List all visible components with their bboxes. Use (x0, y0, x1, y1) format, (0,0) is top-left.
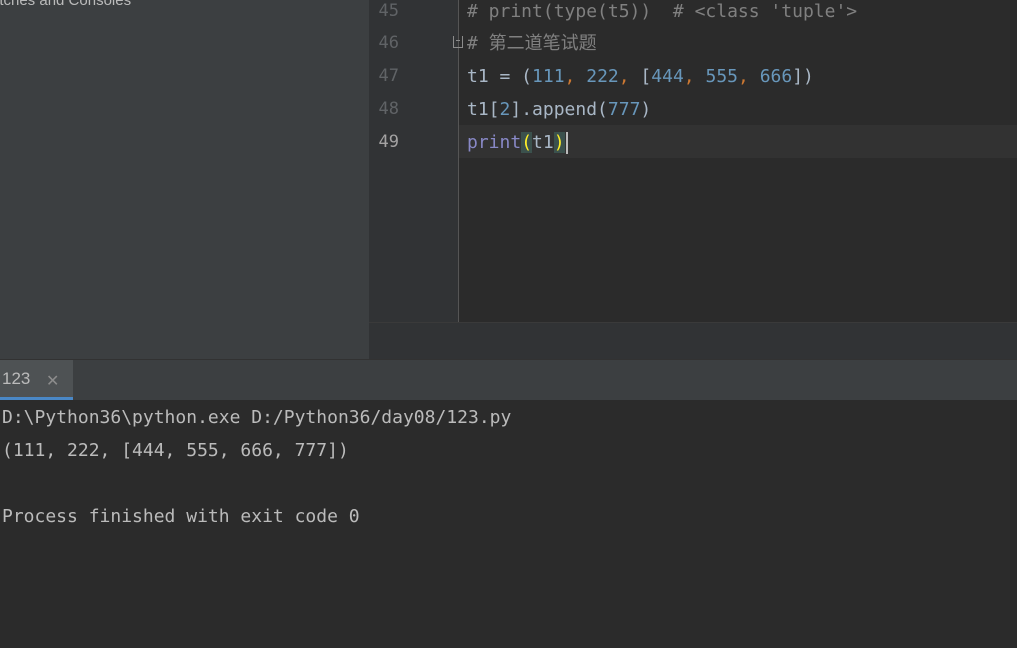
run-tab-label: 123 (2, 369, 31, 388)
project-panel: itches and Consoles (0, 0, 369, 359)
code-editor[interactable]: 45 46 47 48 49 # print(type(t5)) # <clas… (369, 0, 1017, 359)
code-line-current[interactable]: print(t1) (467, 126, 568, 159)
code-line[interactable]: # 第二道笔试题 (467, 27, 597, 60)
console-line: (111, 222, [444, 555, 666, 777]) (2, 440, 349, 461)
run-console-output[interactable]: D:\Python36\python.exe D:/Python36/day08… (0, 400, 1017, 648)
gutter-separator (458, 0, 459, 322)
line-number[interactable]: 48 (369, 93, 399, 126)
code-line[interactable]: t1[2].append(777) (467, 93, 651, 126)
run-tool-window-tabs: 123 ✕ (0, 359, 1017, 400)
line-number[interactable]: 47 (369, 60, 399, 93)
editor-breadcrumb-bar (369, 322, 1017, 359)
run-tab-123[interactable]: 123 ✕ (0, 360, 73, 400)
code-line[interactable]: t1 = (111, 222, [444, 555, 666]) (467, 60, 814, 93)
console-line: Process finished with exit code 0 (2, 506, 360, 527)
close-icon[interactable]: ✕ (46, 371, 59, 390)
text-caret (565, 132, 568, 154)
line-number[interactable]: 45 (369, 0, 399, 28)
console-line: D:\Python36\python.exe D:/Python36/day08… (2, 407, 512, 428)
project-tree-item-scratches[interactable]: itches and Consoles (0, 0, 131, 9)
fold-icon[interactable] (453, 36, 463, 48)
line-number[interactable]: 46 (369, 27, 399, 60)
line-number-current[interactable]: 49 (369, 126, 399, 159)
code-line[interactable]: # print(type(t5)) # <class 'tuple'> (467, 0, 857, 28)
